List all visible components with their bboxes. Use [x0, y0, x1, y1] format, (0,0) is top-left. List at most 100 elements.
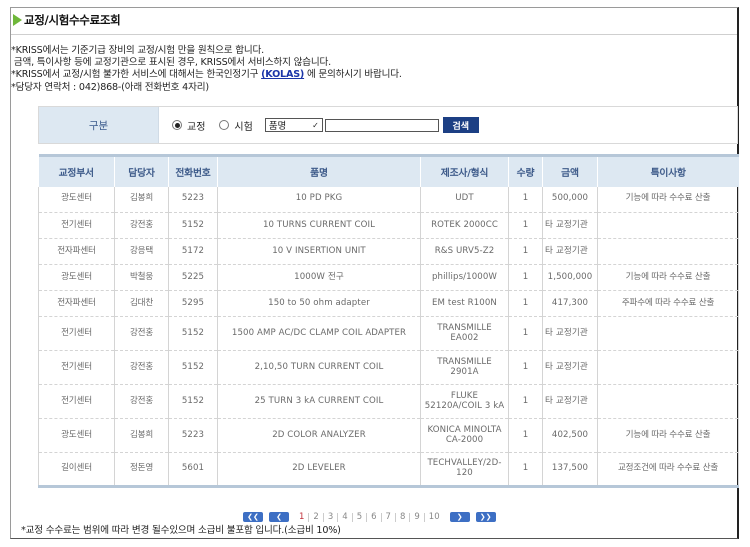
cell-phone: 5152 [168, 384, 218, 419]
cell-maker-model: UDT [420, 186, 509, 213]
chevron-right-icon[interactable]: ❯ [449, 512, 470, 522]
cell-manager: 김봉희 [114, 418, 169, 453]
fee-table-wrap: 교정부서 담당자 전화번호 품명 제조사/형식 수량 금액 특이사항 광도센터 김… [38, 154, 739, 488]
page-link-2[interactable]: 2 [309, 512, 324, 522]
cell-dept: 전기센터 [38, 316, 115, 351]
table-row: 전자파센터 김대찬 5295 150 to 50 ohm adapter EM test… [38, 290, 739, 317]
page-link-1[interactable]: 1 [295, 512, 310, 522]
page-link-8[interactable]: 8 [396, 512, 411, 522]
cell-quantity: 1 [508, 384, 543, 419]
cell-manager: 강전홍 [114, 384, 169, 419]
cell-amount: 타 교정기관 [542, 238, 598, 265]
radio-calibration[interactable]: 교정 [172, 118, 205, 133]
triangle-right-icon [13, 14, 22, 26]
cell-amount: 417,300 [542, 290, 598, 317]
header-item-name: 품명 [217, 154, 421, 187]
cell-amount: 타 교정기관 [542, 316, 598, 351]
search-field-select[interactable]: 품명 ✓ [264, 118, 323, 132]
page-link-9[interactable]: 9 [410, 512, 425, 522]
page-link-6[interactable]: 6 [367, 512, 382, 522]
header-amount: 금액 [542, 154, 598, 187]
cell-remarks: 주파수에 따라 수수료 산출 [597, 290, 739, 317]
notice-line-3-text: *KRISS에서 교정/시험 불가한 서비스에 대해서는 한국인정기구 [11, 69, 262, 81]
cell-item-name: 10 PD PKG [217, 186, 421, 213]
radio-test[interactable]: 시험 [219, 118, 253, 133]
cell-phone: 5601 [168, 452, 218, 488]
cell-dept: 광도센터 [38, 418, 115, 453]
page-link-5[interactable]: 5 [353, 512, 368, 522]
cell-amount: 타 교정기관 [542, 212, 598, 239]
table-row: 광도센터 김봉희 5223 10 PD PKG UDT 1 500,000 기능에 따라 수수… [38, 186, 739, 213]
cell-phone: 5225 [168, 264, 218, 291]
header-phone: 전화번호 [168, 154, 218, 187]
cell-maker-model: FLUKE 52120A/COIL 3 kA [420, 384, 509, 419]
table-row: 전기센터 강전홍 5152 2,10,50 TURN CURRENT COIL TRAN… [38, 350, 739, 385]
table-row: 전기센터 강전홍 5152 1500 AMP AC/DC CLAMP COIL ADA… [38, 316, 739, 351]
cell-quantity: 1 [508, 264, 543, 291]
cell-maker-model: TRANSMILLE 2901A [420, 350, 509, 385]
cell-remarks: 기능에 따라 수수료 산출 [597, 186, 739, 213]
page-link-7[interactable]: 7 [382, 512, 396, 522]
cell-item-name: 2,10,50 TURN CURRENT COIL [217, 350, 421, 385]
cell-remarks [597, 238, 739, 265]
cell-maker-model: phillips/1000W [420, 264, 509, 291]
double-chevron-left-icon[interactable]: ❮❮ [243, 512, 263, 522]
chevron-left-icon[interactable]: ❮ [269, 512, 289, 522]
cell-remarks [597, 350, 739, 385]
cell-quantity: 1 [508, 238, 543, 265]
cell-quantity: 1 [508, 418, 543, 453]
page-link-10[interactable]: 10 [425, 512, 444, 522]
table-row: 광도센터 박철웅 5225 1000W 전구 phillips/1000W 1 1,500,… [38, 264, 739, 291]
cell-quantity: 1 [508, 212, 543, 239]
page-frame: 교정/시험수수료조회 *KRISS에서는 기준기급 장비의 교정/시험 만을 원… [10, 7, 739, 539]
cell-amount: 타 교정기관 [542, 384, 598, 419]
cell-manager: 박철웅 [114, 264, 169, 291]
cell-phone: 5172 [168, 238, 218, 265]
pagination: ❮❮ ❮ 1 2 3 4 5 6 7 8 9 10 ❯ ❯❯ [243, 512, 496, 522]
cell-quantity: 1 [508, 316, 543, 351]
fee-table: 교정부서 담당자 전화번호 품명 제조사/형식 수량 금액 특이사항 광도센터 김… [38, 154, 739, 488]
page-title: 교정/시험수수료조회 [24, 12, 121, 27]
header-remarks: 특이사항 [597, 154, 739, 187]
cell-dept: 광도센터 [38, 264, 115, 291]
chevron-down-icon: ✓ [312, 120, 319, 130]
cell-item-name: 10 V INSERTION UNIT [217, 238, 421, 265]
cell-maker-model: R&S URV5-Z2 [420, 238, 509, 265]
double-chevron-right-icon[interactable]: ❯❯ [475, 512, 496, 522]
header-dept: 교정부서 [38, 154, 115, 187]
cell-dept: 전자파센터 [38, 238, 115, 265]
cell-manager: 강전홍 [114, 212, 169, 239]
page-link-3[interactable]: 3 [324, 512, 339, 522]
cell-manager: 강응택 [114, 238, 169, 265]
cell-dept: 광도센터 [38, 186, 115, 213]
cell-quantity: 1 [508, 350, 543, 385]
title-bar: 교정/시험수수료조회 [11, 8, 737, 35]
notice-line-3-suffix: 에 문의하시기 바랍니다. [304, 69, 402, 81]
search-button[interactable]: 검색 [442, 117, 479, 133]
table-row: 전기센터 강전홍 5152 25 TURN 3 kA CURRENT COIL FLUK… [38, 384, 739, 419]
footnote: *교정 수수료는 범위에 따라 변경 될수있으며 소급비 불포함 입니다.(소급… [21, 525, 341, 536]
notice-line-3: *KRISS에서 교정/시험 불가한 서비스에 대해서는 한국인정기구 (KOL… [11, 69, 402, 81]
page-link-4[interactable]: 4 [338, 512, 353, 522]
search-input[interactable] [324, 118, 439, 132]
cell-maker-model: ROTEK 2000CC [420, 212, 509, 239]
cell-phone: 5295 [168, 290, 218, 317]
cell-quantity: 1 [508, 290, 543, 317]
kolas-link[interactable]: (KOLAS) [261, 69, 304, 80]
cell-quantity: 1 [508, 186, 543, 213]
cell-maker-model: TRANSMILLE EA002 [420, 316, 509, 351]
cell-phone: 5152 [168, 350, 218, 385]
cell-phone: 5152 [168, 316, 218, 351]
table-row: 전자파센터 강응택 5172 10 V INSERTION UNIT R&S URV5-… [38, 238, 739, 265]
notice-line-2: 금액, 특이사항 등에 교정기관으로 표시된 경우, KRISS에서 서비스하지… [11, 57, 331, 69]
cell-maker-model: KONICA MINOLTA CA-2000 [420, 418, 509, 453]
cell-item-name: 1500 AMP AC/DC CLAMP COIL ADAPTER [217, 316, 421, 351]
radio-calibration-button[interactable] [172, 120, 182, 130]
radio-test-button[interactable] [219, 120, 230, 130]
cell-dept: 길이센터 [38, 452, 115, 488]
cell-item-name: 1000W 전구 [217, 264, 421, 291]
cell-remarks: 교정조건에 따라 수수료 산출 [597, 452, 739, 488]
cell-remarks: 기능에 따라 수수료 산출 [597, 264, 739, 291]
cell-dept: 전기센터 [38, 384, 115, 419]
cell-phone: 5223 [168, 418, 218, 453]
